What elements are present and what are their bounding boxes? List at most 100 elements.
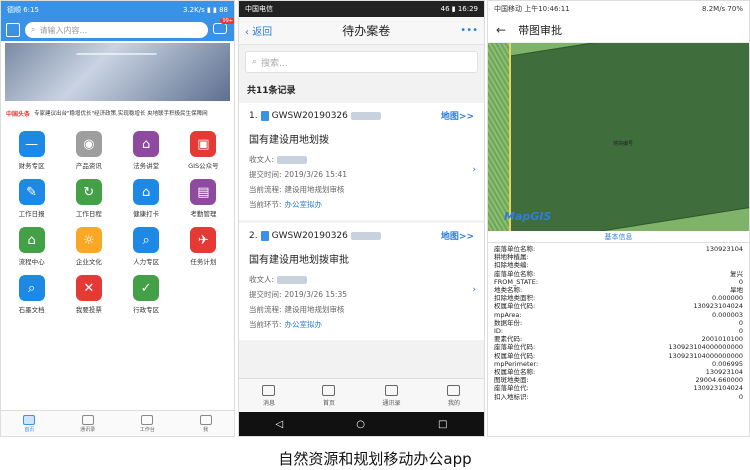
map-view[interactable]: 地块编号 MapGIS — [488, 43, 749, 231]
attribute-key: 扣入地标识: — [494, 392, 529, 401]
attribute-row: 座落单位名称: 复兴 — [494, 270, 743, 278]
tab-item[interactable]: 我的 — [447, 384, 461, 407]
land-parcel[interactable] — [499, 43, 749, 231]
app-tile[interactable]: ✕ 我要投票 — [60, 275, 117, 314]
status-bar: 中国电信 46 ▮ 16:29 — [239, 1, 484, 17]
attribute-row: 数据年份: 0 — [494, 319, 743, 327]
chevron-right-icon[interactable]: › — [472, 285, 476, 295]
tab-item[interactable]: 首页 — [322, 384, 336, 407]
home-header: ⌕ 请输入内容... 99+ — [1, 18, 234, 41]
tab-label: 通讯录 — [382, 399, 401, 407]
chevron-right-icon[interactable]: › — [472, 165, 476, 175]
parcel-label: 地块编号 — [613, 141, 634, 147]
flow-row: 当前流程: 建设用地规划审核 — [249, 184, 474, 195]
nav-recent-icon[interactable]: □ — [438, 419, 447, 430]
attribute-key: 扣除地类编: — [494, 261, 529, 270]
more-icon[interactable]: ••• — [460, 25, 478, 36]
search-input[interactable]: ⌕ 搜索... — [245, 51, 478, 73]
search-input[interactable]: ⌕ 请输入内容... — [25, 22, 208, 38]
attribute-value: 130923104 — [705, 368, 743, 377]
flow-row: 当前流程: 建设用地规划审核 — [249, 304, 474, 315]
tab-item[interactable]: 通讯录 — [80, 414, 95, 433]
back-arrow-icon[interactable]: ← — [496, 23, 506, 37]
receiver-label: 收文人: — [249, 155, 275, 164]
step-value: 办公室拟办 — [284, 320, 323, 329]
scan-icon[interactable] — [6, 23, 20, 37]
tab-item[interactable]: 首页 — [23, 414, 36, 433]
app-tile[interactable]: ⌂ 健康打卡 — [118, 179, 175, 218]
app-tile[interactable]: ☼ 企业文化 — [60, 227, 117, 266]
app-tile[interactable]: ◉ 产品资讯 — [60, 131, 117, 170]
app-tile-label: 工作日报 — [18, 210, 45, 218]
step-value: 办公室拟办 — [284, 200, 323, 209]
attribute-row: 座落单位代码: 130923104000000000 — [494, 343, 743, 351]
tab-label: 首页 — [322, 399, 335, 407]
app-tile[interactable]: ⌕ 石墨文档 — [3, 275, 60, 314]
phone-todo-list: 中国电信 46 ▮ 16:29 ‹ 返回 待办案卷 ••• ⌕ 搜索... 共1… — [238, 0, 485, 437]
app-tile[interactable]: ✈ 任务计划 — [175, 227, 232, 266]
app-tile[interactable]: ▣ GIS公众号 — [175, 131, 232, 170]
case-card[interactable]: 2. GWSW20190326 地图>> 国有建设用地划拨审批 收文人: 提交时间:… — [239, 223, 484, 340]
submit-row: 提交时间: 2019/3/26 15:35 — [249, 289, 474, 300]
attribute-key: mpPerimeter: — [494, 359, 539, 368]
map-link[interactable]: 地图>> — [441, 109, 474, 122]
app-tile-icon: ✈ — [190, 227, 217, 253]
app-tile[interactable]: ↻ 工作日程 — [60, 179, 117, 218]
map-link[interactable]: 地图>> — [441, 229, 474, 242]
bottom-tab-bar: 消息 首页 通讯录 我的 — [239, 378, 484, 412]
app-tile[interactable]: ▤ 考勤管理 — [175, 179, 232, 218]
tab-label: 首页 — [24, 426, 35, 433]
attribute-row: mpPerimeter: 0.006995 — [494, 360, 743, 368]
app-tile[interactable]: ⌕ 人力专区 — [118, 227, 175, 266]
status-left: 德顺 6:15 — [7, 6, 39, 14]
attribute-row: 图斑地类面: 29004.660000 — [494, 376, 743, 384]
app-tile[interactable]: ✓ 行政专区 — [118, 275, 175, 314]
phone-map-approval: 中国移动 上午10:46:11 8.2M/s 70% ← 带图审批 地块编号 M… — [487, 0, 750, 437]
case-card[interactable]: 1. GWSW20190326 地图>> 国有建设用地划拨 收文人: 提交时间: 20… — [239, 103, 484, 220]
attribute-key: 权属单位代码: — [494, 351, 536, 360]
flow-label: 当前流程: — [249, 305, 282, 314]
status-right: 8.2M/s 70% — [702, 5, 743, 13]
tab-item[interactable]: 我 — [199, 414, 212, 433]
case-number: 2. — [249, 230, 258, 241]
headline-bar[interactable]: 中国头条 专家建议出台"稳增优长"经济政策,实现稳增长 央地联手积极民生保障网 — [1, 103, 234, 125]
tab-label: 工作台 — [139, 426, 155, 433]
tab-item[interactable]: 工作台 — [139, 414, 155, 433]
app-tile-label: 财务专区 — [18, 162, 45, 170]
app-tile-icon: ▣ — [190, 131, 217, 157]
app-tile-icon: ✕ — [75, 275, 102, 301]
message-icon[interactable]: 99+ — [213, 18, 234, 37]
case-number: 1. — [249, 110, 258, 121]
attribute-row: 权属单位代码: 130923104000000000 — [494, 352, 743, 360]
attribute-value: 130923104024 — [693, 302, 743, 311]
nav-back-icon[interactable]: ◁ — [276, 419, 284, 430]
case-code: GWSW20190326 — [271, 110, 348, 121]
status-right: 3.2K/s ▮ ▮ 88 — [182, 6, 228, 14]
status-left: 中国移动 上午10:46:11 — [494, 5, 570, 13]
attribute-value: 旱地 — [730, 286, 743, 295]
attribute-key: 座落单位代: — [494, 384, 529, 393]
tab-item[interactable]: 通讯录 — [382, 384, 401, 407]
back-label: 返回 — [252, 27, 273, 38]
app-tile[interactable]: ⌂ 流程中心 — [3, 227, 60, 266]
banner-image[interactable] — [5, 43, 230, 101]
back-button[interactable]: ‹ 返回 — [245, 23, 272, 38]
attribute-key: 座落单位代码: — [494, 343, 536, 352]
tab-label: 消息 — [262, 399, 275, 407]
app-tile[interactable]: ⌂ 法务讲堂 — [118, 131, 175, 170]
app-grid: — 财务专区 ◉ 产品资讯 ⌂ 法务讲堂 ▣ GIS公众号 ✎ 工作日报 ↻ 工作日程 ⌂ 健康打卡 ▤ 考勤… — [1, 125, 234, 314]
nav-home-icon[interactable]: ○ — [356, 419, 365, 430]
attribute-key: ID: — [494, 327, 504, 336]
tab-label: 我的 — [447, 399, 460, 407]
app-tile[interactable]: ✎ 工作日报 — [3, 179, 60, 218]
search-icon: ⌕ — [252, 57, 258, 67]
attribute-row: mpArea: 0.000003 — [494, 311, 743, 319]
tab-item[interactable]: 消息 — [262, 384, 276, 407]
search-placeholder: 搜索... — [261, 58, 288, 69]
tab-icon — [384, 384, 398, 396]
approval-header: ← 带图审批 — [488, 17, 749, 43]
receiver-label: 收文人: — [249, 275, 275, 284]
submit-label: 提交时间: — [249, 290, 282, 299]
app-tile-icon: ◉ — [75, 131, 102, 157]
app-tile[interactable]: — 财务专区 — [3, 131, 60, 170]
